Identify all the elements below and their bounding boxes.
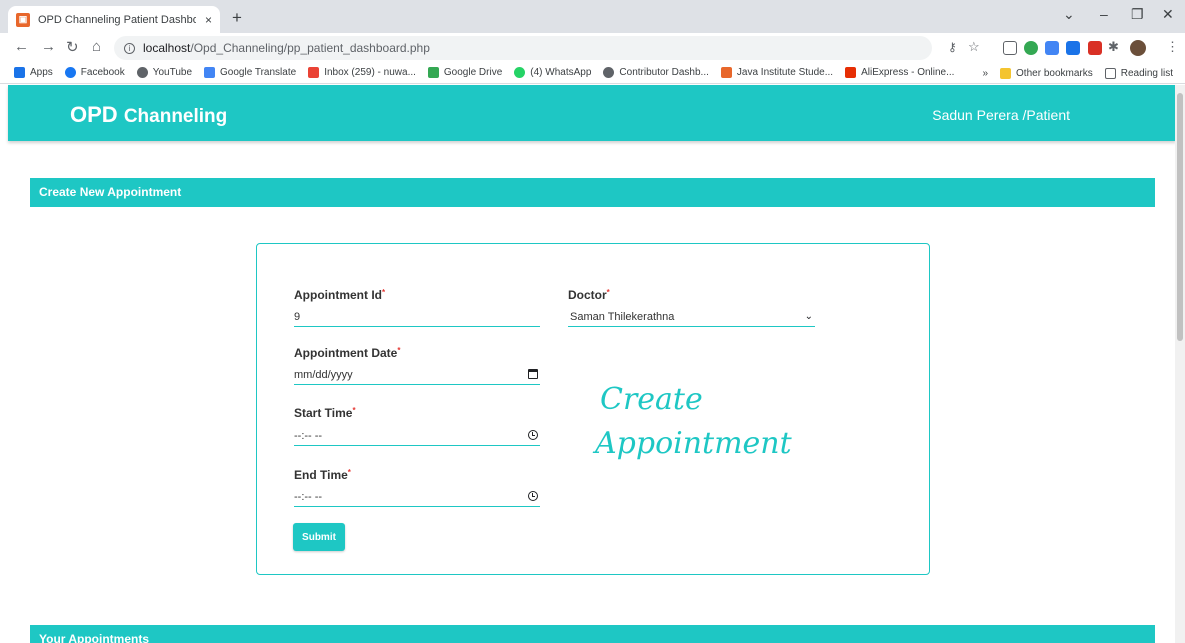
extensions-puzzle-icon[interactable]: ✱ bbox=[1108, 39, 1119, 55]
apps-grid-icon bbox=[14, 67, 25, 78]
address-bar[interactable]: i localhost/Opd_Channeling/pp_patient_da… bbox=[114, 36, 932, 60]
required-mark: * bbox=[381, 288, 386, 297]
extension-blue-icon[interactable] bbox=[1066, 41, 1080, 55]
minimize-icon[interactable]: – bbox=[1100, 6, 1108, 22]
reading-list-icon bbox=[1104, 67, 1116, 79]
create-appointment-heading: Create Appointment bbox=[595, 378, 792, 466]
scrollbar-thumb[interactable] bbox=[1177, 93, 1183, 341]
tab-favicon-icon: ▣ bbox=[16, 12, 30, 27]
clock-icon[interactable] bbox=[528, 491, 538, 501]
bookmark-item[interactable]: (4) WhatsApp bbox=[514, 67, 591, 78]
bookmark-star-icon[interactable]: ☆ bbox=[968, 39, 980, 55]
required-mark: * bbox=[397, 346, 401, 355]
appointment-date-value: mm/dd/yyyy bbox=[294, 369, 353, 381]
submit-button[interactable]: Submit bbox=[293, 523, 345, 551]
start-time-label: Start Time bbox=[294, 406, 353, 420]
end-time-field: End Time* --:-- -- bbox=[294, 468, 540, 510]
appointment-date-label: Appointment Date bbox=[294, 346, 398, 360]
site-info-icon[interactable]: i bbox=[124, 42, 135, 54]
url-text: localhost/Opd_Channeling/pp_patient_dash… bbox=[143, 41, 430, 55]
google-drive-icon bbox=[427, 67, 439, 78]
appointment-id-label: Appointment Id bbox=[294, 288, 382, 302]
end-time-value: --:-- -- bbox=[294, 491, 323, 503]
profile-avatar[interactable] bbox=[1130, 40, 1146, 56]
bookmark-item[interactable]: YouTube bbox=[136, 67, 192, 78]
extension-icon[interactable] bbox=[1003, 41, 1017, 55]
app-header: OPD Channeling Sadun Perera /Patient bbox=[8, 85, 1176, 141]
bookmark-item[interactable]: Apps bbox=[14, 67, 53, 78]
globe-icon bbox=[603, 67, 615, 78]
bookmarks-bar: Apps Facebook YouTube Google Translate I… bbox=[0, 62, 1185, 84]
bookmark-item[interactable]: Google Drive bbox=[427, 67, 502, 78]
translate-extension-icon[interactable] bbox=[1045, 41, 1059, 55]
your-appointments-section-title: Your Appointments bbox=[30, 625, 1155, 643]
browser-tabstrip: ▣ OPD Channeling Patient Dashboard × + ⌄… bbox=[0, 0, 1185, 33]
brand-logo[interactable]: OPD Channeling bbox=[70, 102, 227, 128]
page-scrollbar[interactable] bbox=[1175, 85, 1185, 643]
google-translate-icon bbox=[204, 67, 216, 78]
gmail-icon bbox=[308, 67, 320, 78]
browser-menu-icon[interactable]: ⋮ bbox=[1166, 39, 1179, 55]
chevron-down-icon: ⌄ bbox=[804, 311, 813, 322]
bookmark-item[interactable]: Google Translate bbox=[204, 67, 296, 78]
user-label[interactable]: Sadun Perera /Patient bbox=[932, 107, 1070, 123]
home-icon[interactable]: ⌂ bbox=[92, 38, 101, 55]
reload-icon[interactable]: ↻ bbox=[66, 38, 79, 56]
tab-title: OPD Channeling Patient Dashboard bbox=[38, 13, 196, 26]
java-institute-icon bbox=[720, 67, 732, 78]
browser-toolbar: ← → ↻ ⌂ i localhost/Opd_Channeling/pp_pa… bbox=[0, 33, 1185, 62]
aliexpress-icon bbox=[845, 67, 857, 78]
close-window-icon[interactable]: ✕ bbox=[1162, 6, 1174, 23]
other-bookmarks[interactable]: Other bookmarks bbox=[1000, 67, 1093, 79]
browser-tab[interactable]: ▣ OPD Channeling Patient Dashboard × bbox=[8, 6, 220, 33]
tab-search-icon[interactable]: ⌄ bbox=[1063, 6, 1075, 23]
globe-icon bbox=[136, 67, 148, 78]
calendar-icon[interactable] bbox=[528, 369, 538, 379]
new-tab-button[interactable]: + bbox=[232, 8, 242, 28]
maximize-icon[interactable]: ❐ bbox=[1131, 6, 1144, 23]
key-icon[interactable]: ⚷ bbox=[948, 40, 957, 54]
doctor-label: Doctor bbox=[568, 288, 607, 302]
appointment-date-field: Appointment Date* mm/dd/yyyy bbox=[294, 346, 540, 388]
appointment-id-input[interactable]: 9 bbox=[294, 308, 540, 327]
grammarly-icon[interactable] bbox=[1024, 41, 1038, 55]
start-time-input[interactable]: --:-- -- bbox=[294, 427, 540, 446]
facebook-icon bbox=[64, 67, 76, 78]
back-icon[interactable]: ← bbox=[14, 38, 29, 55]
heading-line-1: Create bbox=[600, 382, 703, 417]
bookmark-item[interactable]: Facebook bbox=[64, 67, 125, 78]
clock-icon[interactable] bbox=[528, 430, 538, 440]
required-mark: * bbox=[347, 468, 351, 477]
required-mark: * bbox=[352, 406, 356, 415]
end-time-label: End Time bbox=[294, 468, 348, 482]
doctor-select-value: Saman Thilekerathna bbox=[570, 311, 675, 323]
doctor-select[interactable]: Saman Thilekerathna ⌄ bbox=[568, 308, 815, 327]
reading-list[interactable]: Reading list bbox=[1104, 67, 1173, 79]
pdf-extension-icon[interactable] bbox=[1088, 41, 1102, 55]
tab-close-icon[interactable]: × bbox=[205, 13, 212, 27]
bookmark-item[interactable]: Inbox (259) - nuwa... bbox=[308, 67, 416, 78]
start-time-field: Start Time* --:-- -- bbox=[294, 406, 540, 448]
bookmark-item[interactable]: Contributor Dashb... bbox=[603, 67, 709, 78]
required-mark: * bbox=[606, 288, 610, 297]
start-time-value: --:-- -- bbox=[294, 430, 323, 442]
appointment-date-input[interactable]: mm/dd/yyyy bbox=[294, 366, 540, 385]
folder-icon bbox=[1000, 67, 1012, 79]
end-time-input[interactable]: --:-- -- bbox=[294, 488, 540, 507]
whatsapp-icon bbox=[514, 67, 526, 78]
heading-line-2: Appointment bbox=[595, 426, 792, 461]
bookmark-item[interactable]: AliExpress - Online... bbox=[845, 67, 954, 78]
forward-icon[interactable]: → bbox=[41, 38, 56, 55]
appointment-id-field: Appointment Id* 9 bbox=[294, 288, 540, 328]
bookmark-item[interactable]: Java Institute Stude... bbox=[720, 67, 833, 78]
more-bookmarks-button[interactable]: » bbox=[982, 68, 988, 79]
doctor-field: Doctor* Saman Thilekerathna ⌄ bbox=[568, 288, 815, 328]
create-appointment-section-title: Create New Appointment bbox=[30, 178, 1155, 207]
